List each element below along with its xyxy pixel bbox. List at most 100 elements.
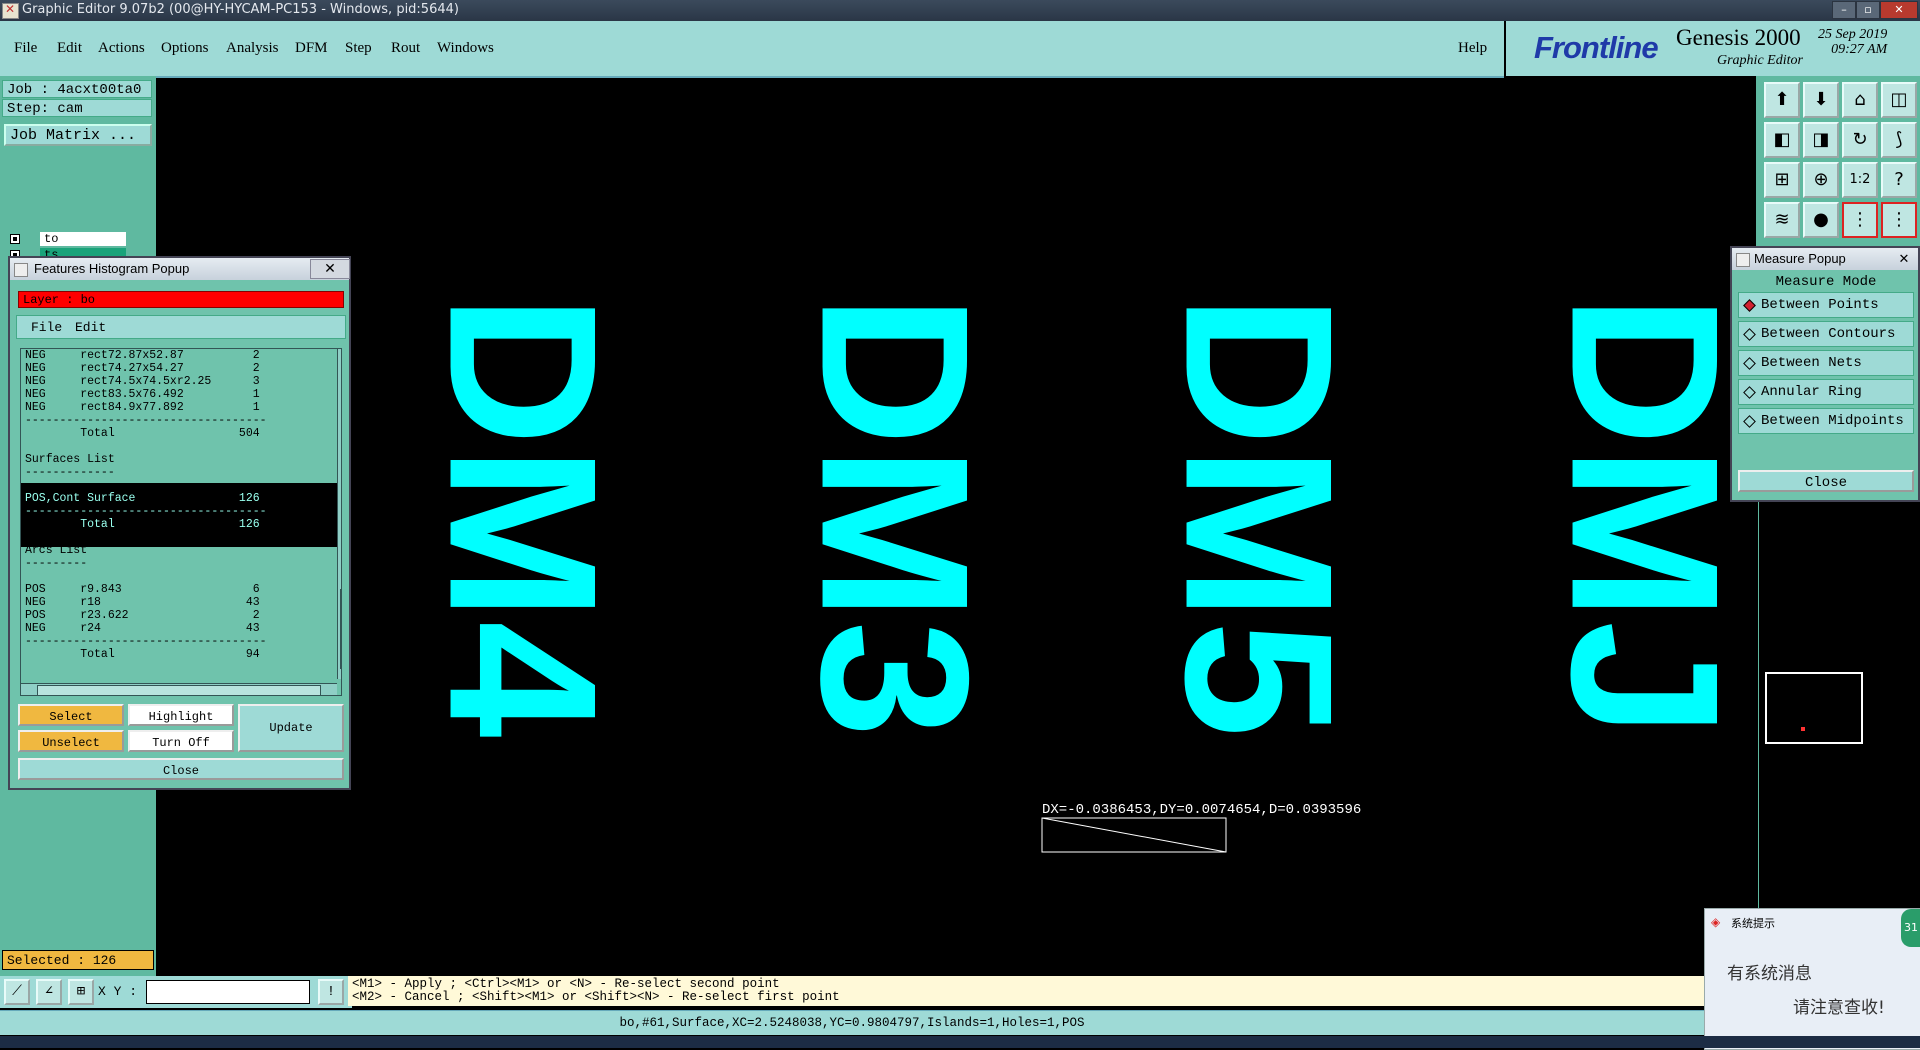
features-menu-edit[interactable]: Edit <box>75 320 106 335</box>
job-matrix-button[interactable]: Job Matrix ... <box>4 124 152 146</box>
right-toolbar: ⬆ ⬇ ⌂ ◫ ◧ ◨ ↻ ⟆ ⊞ ⊕ 1:2 ? ≋ ● ⋮ ⋮ <box>1756 76 1920 246</box>
pan-right-icon[interactable]: ◨ <box>1803 122 1839 158</box>
list-total: Total 94 <box>25 648 260 661</box>
turn-off-button[interactable]: Turn Off <box>128 730 234 752</box>
measure-option-between-midpoints[interactable]: Between Midpoints <box>1738 408 1914 434</box>
features-close-button[interactable]: Close <box>18 758 344 780</box>
measure-option-annular-ring[interactable]: Annular Ring <box>1738 379 1914 405</box>
features-histogram-popup: Features Histogram Popup ✕ Layer : bo Fi… <box>8 256 351 790</box>
layers-icon[interactable]: ≋ <box>1764 202 1800 238</box>
angle-tool-icon[interactable]: ∠ <box>36 979 62 1005</box>
zoom-home-icon[interactable]: ⊕ <box>1803 162 1839 198</box>
title-bar: Graphic Editor 9.07b2 (00@HY-HYCAM-PC153… <box>0 0 1920 21</box>
list-item[interactable]: POS r9.843 6 <box>25 583 260 596</box>
measure-mode-label: Measure Mode <box>1775 274 1877 290</box>
features-window-icon <box>14 263 28 277</box>
help-icon[interactable]: ? <box>1881 162 1917 198</box>
list-total: Total 126 <box>25 518 260 531</box>
unselect-button[interactable]: Unselect <box>18 730 124 752</box>
scroll-thumb[interactable] <box>340 589 341 669</box>
hint-line-2: <M2> - Cancel ; <Shift><M1> or <Shift><N… <box>352 990 840 1004</box>
list-separator: ------------- <box>25 466 115 479</box>
menu-help[interactable]: Help <box>1458 40 1487 57</box>
measure-icon[interactable]: ● <box>1803 202 1839 238</box>
layer-row-to[interactable]: to <box>4 232 126 246</box>
open-icon[interactable]: ⬆ <box>1764 82 1800 118</box>
canvas-label-dmj: DMJ <box>1528 294 1756 737</box>
canvas-label-dm3: DM3 <box>778 294 1013 737</box>
list-item[interactable]: NEG r24 43 <box>25 622 260 635</box>
list-item[interactable]: NEG rect74.27x54.27 2 <box>25 362 260 375</box>
list-item[interactable]: NEG rect84.9x77.892 1 <box>25 401 260 414</box>
minimize-button[interactable]: – <box>1832 1 1856 19</box>
list-item[interactable]: NEG rect74.5x74.5xr2.25 3 <box>25 375 260 388</box>
net-icon[interactable]: ⋮ <box>1842 202 1878 238</box>
list-item[interactable]: NEG rect83.5x76.492 1 <box>25 388 260 401</box>
line-tool-icon[interactable]: ⟋ <box>4 979 30 1005</box>
measure-option-between-nets[interactable]: Between Nets <box>1738 350 1914 376</box>
menu-windows[interactable]: Windows <box>437 40 494 57</box>
layer-checkbox[interactable] <box>10 234 20 244</box>
menu-actions[interactable]: Actions <box>98 40 145 57</box>
scroll-thumb[interactable] <box>37 685 321 695</box>
features-menu-file[interactable]: File <box>31 320 62 335</box>
mouse-hints: <M1> - Apply ; <Ctrl><M1> or <N> - Re-se… <box>348 976 1704 1006</box>
highlight-button[interactable]: Highlight <box>128 704 234 726</box>
xy-input[interactable] <box>146 980 310 1004</box>
redraw-icon[interactable]: ↻ <box>1842 122 1878 158</box>
measure-title: Measure Popup <box>1754 251 1846 266</box>
status-bar: bo,#61,Surface,XC=2.5248038,YC=0.9804797… <box>0 1010 1704 1035</box>
features-horizontal-scrollbar[interactable] <box>21 683 337 695</box>
menu-rout[interactable]: Rout <box>391 40 420 57</box>
features-close-x-icon[interactable]: ✕ <box>310 259 350 279</box>
close-window-button[interactable]: ✕ <box>1880 1 1918 19</box>
overview-marker <box>1801 727 1805 731</box>
date: 25 Sep 2019 <box>1818 27 1888 42</box>
layer-name[interactable]: to <box>40 232 126 246</box>
list-item[interactable]: NEG r18 43 <box>25 596 260 609</box>
menu-options[interactable]: Options <box>161 40 209 57</box>
measure-close-button[interactable]: Close <box>1738 470 1914 492</box>
menu-edit[interactable]: Edit <box>57 40 82 57</box>
window-icon[interactable]: ◫ <box>1881 82 1917 118</box>
menu-analysis[interactable]: Analysis <box>226 40 279 57</box>
menu-dfm[interactable]: DFM <box>295 40 328 57</box>
overview-panel <box>1758 502 1920 976</box>
home-icon[interactable]: ⌂ <box>1842 82 1878 118</box>
measure-window-icon <box>1736 253 1750 267</box>
save-icon[interactable]: ⬇ <box>1803 82 1839 118</box>
list-separator: ----------------------------------- <box>25 414 267 427</box>
measure-close-x-icon[interactable]: ✕ <box>1892 248 1916 270</box>
features-menu-bar: File Edit <box>16 315 346 339</box>
radio-icon <box>1743 328 1756 341</box>
zoom-fit-icon[interactable]: ⊞ <box>1764 162 1800 198</box>
select-button[interactable]: Select <box>18 704 124 726</box>
maximize-button[interactable]: ▫ <box>1856 1 1880 19</box>
menu-step[interactable]: Step <box>345 40 372 57</box>
notification-title: 系统提示 <box>1731 917 1775 930</box>
measure-popup: Measure Popup ✕ Measure Mode Between Poi… <box>1730 246 1920 502</box>
features-list[interactable]: NEG rect72.87x52.87 2 NEG rect74.27x54.2… <box>20 348 342 696</box>
notification-popup[interactable]: ◈ 系统提示 有系统消息 请注意查收! 31 <box>1704 908 1920 1050</box>
net-compare-icon[interactable]: ⋮ <box>1881 202 1917 238</box>
overview-frame[interactable] <box>1765 672 1863 744</box>
measure-option-between-contours[interactable]: Between Contours <box>1738 321 1914 347</box>
features-vertical-scrollbar[interactable] <box>337 349 341 679</box>
list-item-selected[interactable]: POS,Cont Surface 126 <box>25 492 260 505</box>
route-icon[interactable]: ⟆ <box>1881 122 1917 158</box>
features-layer-label: Layer : bo <box>18 291 344 308</box>
update-button[interactable]: Update <box>238 704 344 752</box>
list-item[interactable]: NEG rect72.87x52.87 2 <box>25 349 260 362</box>
measure-option-between-points[interactable]: Between Points <box>1738 292 1914 318</box>
grid-tool-icon[interactable]: ⊞ <box>68 979 94 1005</box>
menu-file[interactable]: File <box>14 40 37 57</box>
graphic-canvas[interactable]: DM4 DM3 DM5 DMJ DX=-0.0386453,DY=0.00746… <box>156 76 1756 976</box>
pan-left-icon[interactable]: ◧ <box>1764 122 1800 158</box>
product-subtitle: Graphic Editor <box>1717 53 1803 68</box>
selected-count: Selected : 126 <box>2 950 154 970</box>
info-icon[interactable]: ! <box>318 979 344 1005</box>
list-separator: ----------------------------------- <box>25 635 267 648</box>
list-item[interactable]: POS r23.622 2 <box>25 609 260 622</box>
scale-icon[interactable]: 1:2 <box>1842 162 1878 198</box>
xy-label: X Y : <box>98 984 138 999</box>
